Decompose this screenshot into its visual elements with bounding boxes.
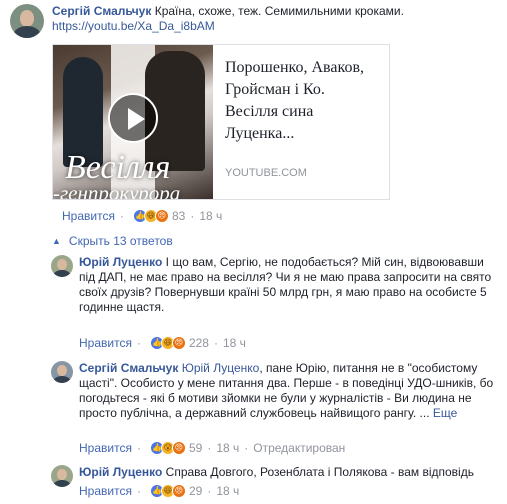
reply-body: Юрій Луценко І що вам, Сергію, не подоба… xyxy=(79,255,499,315)
edited-label[interactable]: Отредактирован xyxy=(253,441,345,455)
comment-time[interactable]: 18 ч xyxy=(199,209,222,223)
avatar-face xyxy=(57,364,67,376)
avatar-face xyxy=(19,10,35,28)
like-button[interactable]: Нравится xyxy=(79,441,132,455)
avatar-reply-author[interactable] xyxy=(51,361,73,383)
avatar-face xyxy=(57,258,67,270)
reactions-summary[interactable]: 👍 😆 😠 83 xyxy=(132,209,186,223)
avatar-body xyxy=(13,26,41,38)
reaction-count: 228 xyxy=(188,336,209,350)
hide-replies-label: Скрыть 13 ответов xyxy=(68,234,173,248)
avatar-face xyxy=(57,468,67,480)
separator-dot: · xyxy=(207,484,212,498)
play-icon[interactable] xyxy=(108,93,158,143)
reply-author[interactable]: Юрій Луценко xyxy=(79,255,162,269)
angry-reaction-icon: 😠 xyxy=(154,209,169,223)
chevron-up-icon: ▲ xyxy=(52,236,61,246)
link-preview-card[interactable]: Весілля -генпрокурора Порошенко, Аваков,… xyxy=(52,44,390,200)
separator-dot: · xyxy=(190,209,195,223)
reply-time[interactable]: 18 ч xyxy=(216,484,239,498)
comment-actions: Нравится · 👍 😆 😠 83 · 18 ч xyxy=(62,209,222,223)
avatar-reply-author[interactable] xyxy=(51,465,73,487)
comment-author[interactable]: Сергій Смальчук xyxy=(52,4,151,18)
separator-dot: · xyxy=(136,441,141,455)
reply-actions: Нравится · 👍 😮 😠 59 · 18 ч · Отредактиро… xyxy=(79,441,345,455)
hide-replies-button[interactable]: ▲ Скрыть 13 ответов xyxy=(52,234,173,248)
reply-mention[interactable]: Юрій Луценко xyxy=(182,361,260,375)
separator-dot: · xyxy=(119,209,124,223)
reaction-count: 83 xyxy=(171,209,186,223)
preview-domain: YOUTUBE.COM xyxy=(225,167,307,179)
comment-link[interactable]: https://youtu.be/Xa_Da_i8bAM xyxy=(52,19,215,33)
angry-reaction-icon: 😠 xyxy=(171,441,186,455)
avatar-body xyxy=(53,375,71,383)
reply-actions: Нравится · 👍 😆 😠 29 · 18 ч xyxy=(79,484,239,498)
like-button[interactable]: Нравится xyxy=(62,209,115,223)
reaction-count: 59 xyxy=(188,441,203,455)
reactions-summary[interactable]: 👍 😆 😠 29 xyxy=(149,484,203,498)
reply-author[interactable]: Сергій Смальчук xyxy=(79,361,178,375)
reactions-summary[interactable]: 👍 😆 😠 228 xyxy=(149,336,209,350)
reply-time[interactable]: 18 ч xyxy=(223,336,246,350)
comment-text: Країна, схоже, теж. Семимильними кроками… xyxy=(154,4,404,18)
see-more-link[interactable]: Еще xyxy=(433,406,457,420)
reply-time[interactable]: 18 ч xyxy=(216,441,239,455)
reply-body: Юрій Луценко Справа Довгого, Розенблата … xyxy=(79,465,499,480)
reactions-summary[interactable]: 👍 😮 😠 59 xyxy=(149,441,203,455)
avatar-body xyxy=(53,479,71,487)
comment-body: Сергій Смальчук Країна, схоже, теж. Семи… xyxy=(52,4,492,34)
separator-dot: · xyxy=(213,336,218,350)
reply-text: Справа Довгого, Розенблата і Полякова - … xyxy=(165,465,474,479)
angry-reaction-icon: 😠 xyxy=(171,336,186,350)
reaction-count: 29 xyxy=(188,484,203,498)
angry-reaction-icon: 😠 xyxy=(171,484,186,498)
avatar-commenter[interactable] xyxy=(10,4,44,38)
preview-title[interactable]: Порошенко, Аваков, Гройсман і Ко. Весілл… xyxy=(225,57,379,145)
avatar-reply-author[interactable] xyxy=(51,255,73,277)
preview-info: Порошенко, Аваков, Гройсман і Ко. Весілл… xyxy=(213,45,389,199)
separator-dot: · xyxy=(136,484,141,498)
like-button[interactable]: Нравится xyxy=(79,484,132,498)
separator-dot: · xyxy=(244,441,249,455)
reply-author[interactable]: Юрій Луценко xyxy=(79,465,162,479)
separator-dot: · xyxy=(136,336,141,350)
reply-actions: Нравится · 👍 😆 😠 228 · 18 ч xyxy=(79,336,246,350)
reply-body: Сергій Смальчук Юрій Луценко, пане Юрію,… xyxy=(79,361,499,421)
video-thumbnail[interactable]: Весілля -генпрокурора xyxy=(53,45,213,199)
avatar-body xyxy=(53,269,71,277)
like-button[interactable]: Нравится xyxy=(79,336,132,350)
thumb-caption-2: -генпрокурора xyxy=(53,181,181,199)
separator-dot: · xyxy=(207,441,212,455)
